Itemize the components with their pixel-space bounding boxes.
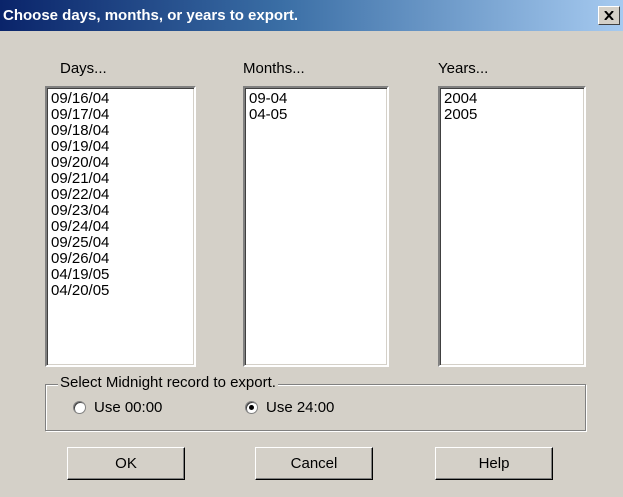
list-item[interactable]: 09/19/04 xyxy=(51,139,194,155)
list-item[interactable]: 09/22/04 xyxy=(51,187,194,203)
list-item[interactable]: 09/26/04 xyxy=(51,251,194,267)
midnight-group-legend: Select Midnight record to export. xyxy=(58,374,278,392)
radio-circle-checked-icon xyxy=(245,400,258,414)
list-item[interactable]: 09/23/04 xyxy=(51,203,194,219)
title-bar: Choose days, months, or years to export. xyxy=(0,0,623,31)
close-icon xyxy=(604,11,614,20)
list-item[interactable]: 09/17/04 xyxy=(51,107,194,123)
list-item[interactable]: 04-05 xyxy=(249,107,387,123)
radio-use-0000[interactable]: Use 00:00 xyxy=(73,398,162,416)
years-label: Years... xyxy=(438,60,489,77)
radio-circle-unchecked-icon xyxy=(73,400,86,414)
radio-label: Use 24:00 xyxy=(266,398,335,416)
radio-dot-icon xyxy=(249,404,254,410)
list-item[interactable]: 04/20/05 xyxy=(51,283,194,299)
list-item[interactable]: 04/19/05 xyxy=(51,267,194,283)
list-item[interactable]: 09-04 xyxy=(249,91,387,107)
cancel-button[interactable]: Cancel xyxy=(255,447,373,480)
list-item[interactable]: 09/16/04 xyxy=(51,91,194,107)
list-item[interactable]: 2004 xyxy=(444,91,584,107)
close-button[interactable] xyxy=(598,6,620,25)
days-listbox[interactable]: 09/16/04 09/17/04 09/18/04 09/19/04 09/2… xyxy=(45,86,196,367)
list-item[interactable]: 09/21/04 xyxy=(51,171,194,187)
months-listbox[interactable]: 09-04 04-05 xyxy=(243,86,389,367)
help-button[interactable]: Help xyxy=(435,447,553,480)
dialog-title: Choose days, months, or years to export. xyxy=(3,7,299,24)
export-dialog: Choose days, months, or years to export.… xyxy=(0,0,623,497)
list-item[interactable]: 09/24/04 xyxy=(51,219,194,235)
list-item[interactable]: 2005 xyxy=(444,107,584,123)
years-listbox[interactable]: 2004 2005 xyxy=(438,86,586,367)
list-item[interactable]: 09/25/04 xyxy=(51,235,194,251)
days-label: Days... xyxy=(60,60,107,77)
list-item[interactable]: 09/20/04 xyxy=(51,155,194,171)
list-item[interactable]: 09/18/04 xyxy=(51,123,194,139)
months-label: Months... xyxy=(243,60,305,77)
ok-button[interactable]: OK xyxy=(67,447,185,480)
radio-use-2400[interactable]: Use 24:00 xyxy=(245,398,334,416)
radio-label: Use 00:00 xyxy=(94,398,163,416)
